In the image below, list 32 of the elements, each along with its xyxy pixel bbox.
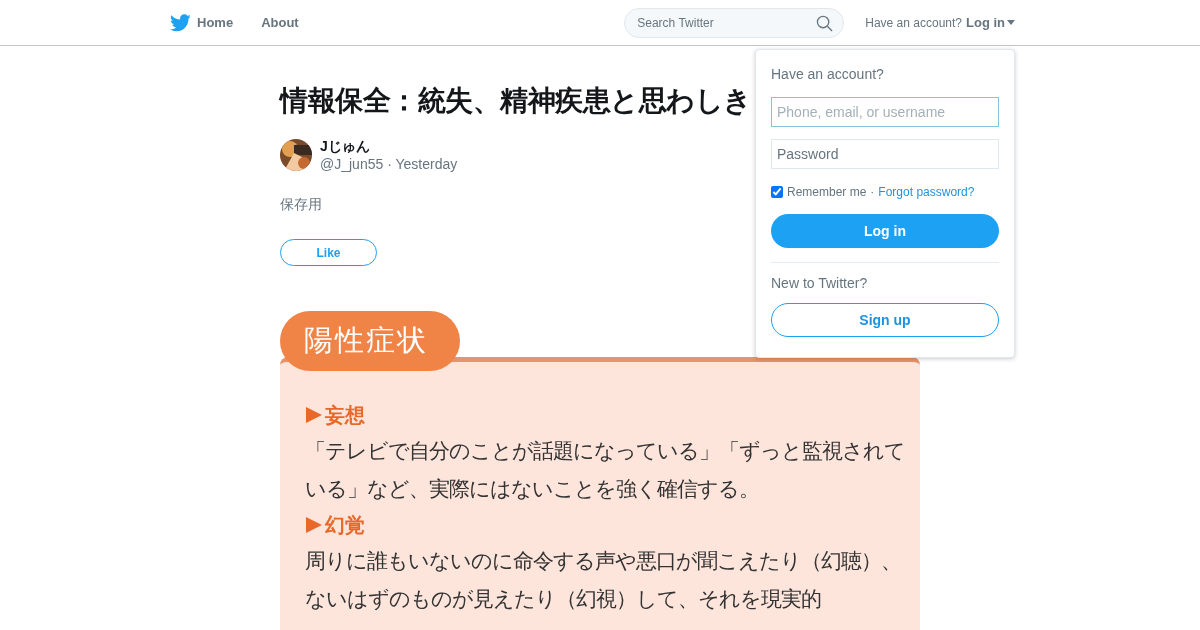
section-heading: 妄想 xyxy=(325,402,365,429)
separator-dot: · xyxy=(387,156,392,172)
section-text: 周りに誰もいないのに命令する声や悪口が聞こえたり（幻聴）、ないはずのものが見えたり（幻視）して、それを現実的 xyxy=(305,548,902,613)
account-prompt: Have an account? xyxy=(865,15,962,30)
section-heading: 幻覚 xyxy=(325,512,365,539)
author-name: Jじゅん xyxy=(320,138,371,156)
search-field[interactable]: Search Twitter xyxy=(624,7,845,38)
avatar xyxy=(280,139,312,171)
forgot-password-link[interactable]: Forgot password? xyxy=(878,185,975,199)
tweet-title: 情報保全：統失、精神疾患と思わしき xyxy=(280,84,752,118)
separator-dot: · xyxy=(870,185,875,199)
remember-label: Remember me xyxy=(787,185,867,199)
dropdown-heading: Have an account? xyxy=(771,66,885,82)
like-button[interactable]: Like xyxy=(280,239,377,266)
login-link[interactable]: Log in xyxy=(966,15,1015,30)
triangle-icon xyxy=(305,516,323,534)
section-text: 「テレビで自分のことが話題になっている」「ずっと監視されている」など、実際にはないことを強く確信する。 xyxy=(305,438,906,503)
search-icon[interactable] xyxy=(816,14,834,32)
bird-icon xyxy=(170,13,191,32)
nav-link[interactable]: About xyxy=(261,15,299,30)
nav-link[interactable]: Home xyxy=(170,13,234,32)
triangle-icon xyxy=(305,406,323,424)
tweet-text: 保存用 xyxy=(280,196,323,214)
login-button[interactable]: Log in xyxy=(771,214,999,248)
caret-icon[interactable] xyxy=(1007,20,1015,25)
remember-checkbox[interactable] xyxy=(771,186,783,198)
signup-button[interactable]: Sign up xyxy=(771,303,999,337)
signup-prompt: New to Twitter? xyxy=(771,275,869,291)
author-handle: @J_jun55 xyxy=(320,156,384,172)
username-field[interactable]: Phone, email, or username xyxy=(771,97,999,127)
tweet-time: Yesterday xyxy=(395,156,458,172)
password-field[interactable]: Password xyxy=(771,139,999,169)
